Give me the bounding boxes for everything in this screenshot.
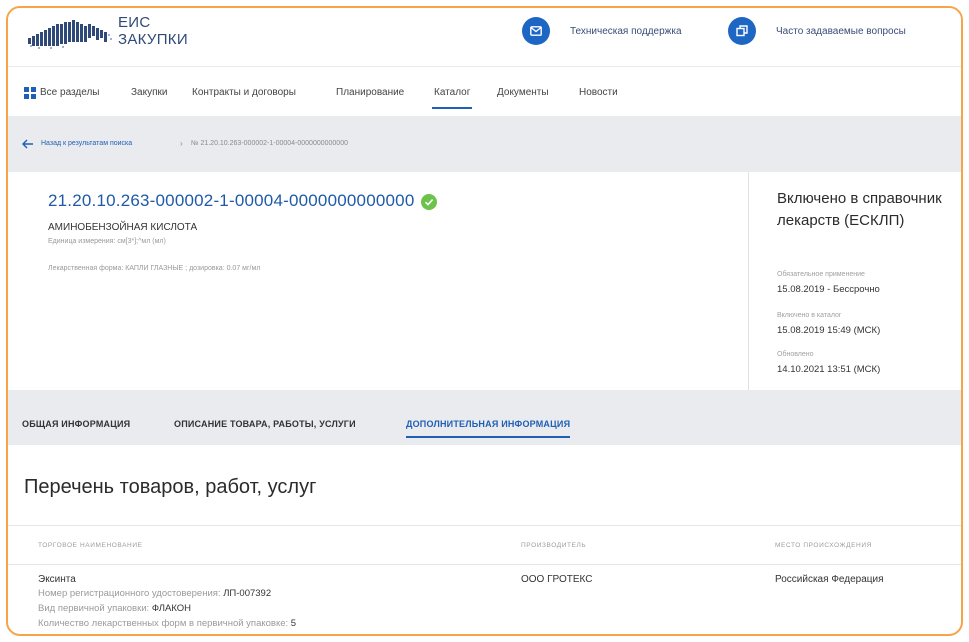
nav-item-catalog[interactable]: Каталог — [431, 87, 473, 109]
page-frame: ЕИС ЗАКУПКИ Техническая поддержка Часто … — [6, 6, 963, 636]
item-card: 21.20.10.263-000002-1-00004-000000000000… — [8, 172, 961, 390]
section-title: Перечень товаров, работ, услуг — [24, 476, 317, 498]
mandatory-label: Обязательное применение — [777, 271, 865, 278]
status-title: Включено в справочник лекарств (ЕСКЛП) — [777, 190, 942, 229]
registration-label: Номер регистрационного удостоверения: — [38, 588, 221, 599]
mandatory-value: 15.08.2019 - Бессрочно — [777, 284, 880, 295]
faq-button[interactable]: Часто задаваемые вопросы — [728, 17, 906, 45]
forms-quantity: Количество лекарственных форм в первично… — [38, 618, 296, 629]
back-to-results-link[interactable]: Назад к результатам поиска — [41, 140, 132, 147]
manufacturer-cell: ООО ГРОТЕКС — [521, 574, 593, 585]
quantity-value: 5 — [290, 618, 297, 629]
updated-value: 14.10.2021 13:51 (МСК) — [777, 364, 881, 375]
grid-icon[interactable] — [24, 87, 36, 99]
tab-description[interactable]: ОПИСАНИЕ ТОВАРА, РАБОТЫ, УСЛУГИ — [174, 419, 356, 429]
copy-window-icon — [728, 17, 756, 45]
logo-line-eis: ЕИС — [118, 14, 151, 31]
support-label: Техническая поддержка — [570, 25, 682, 37]
logo-line-zakupki: ЗАКУПКИ — [118, 31, 188, 48]
support-button[interactable]: Техническая поддержка — [522, 17, 682, 45]
faq-label: Часто задаваемые вопросы — [776, 25, 906, 37]
item-unit: Единица измерения: см[3*];^мл (мл) — [48, 238, 166, 245]
column-header-manufacturer: ПРОИЗВОДИТЕЛЬ — [521, 542, 587, 549]
breadcrumb: Назад к результатам поиска › № 21.20.10.… — [8, 116, 961, 172]
registration-number: Номер регистрационного удостоверения: ЛП… — [38, 588, 271, 599]
tab-additional-info[interactable]: ДОПОЛНИТЕЛЬНАЯ ИНФОРМАЦИЯ — [406, 419, 571, 438]
item-name: АМИНОБЕНЗОЙНАЯ КИСЛОТА — [48, 222, 198, 233]
status-panel: Включено в справочник лекарств (ЕСКЛП) О… — [748, 172, 961, 390]
quantity-label: Количество лекарственных форм в первично… — [38, 618, 289, 629]
tab-general-info[interactable]: ОБЩАЯ ИНФОРМАЦИЯ — [22, 419, 130, 429]
logo-text[interactable]: ЕИС ЗАКУПКИ — [118, 14, 188, 48]
column-header-origin: МЕСТО ПРОИСХОЖДЕНИЯ — [775, 542, 872, 549]
item-dosage-form: Лекарственная форма: КАПЛИ ГЛАЗНЫЕ ; доз… — [48, 265, 261, 272]
breadcrumb-separator: › — [180, 139, 183, 148]
back-arrow-icon[interactable] — [22, 139, 34, 149]
nav-item-contracts[interactable]: Контракты и договоры — [192, 87, 296, 98]
package-value: ФЛАКОН — [151, 603, 191, 614]
nav-item-planning[interactable]: Планирование — [336, 87, 404, 98]
registration-value: ЛП-007392 — [223, 588, 272, 599]
check-circle-icon — [421, 194, 437, 210]
nav-item-all-sections[interactable]: Все разделы — [40, 87, 99, 98]
package-type: Вид первичной упаковки: ФЛАКОН — [38, 603, 191, 614]
nav-item-purchases[interactable]: Закупки — [131, 87, 167, 98]
included-value: 15.08.2019 15:49 (МСК) — [777, 325, 881, 336]
item-code-title: 21.20.10.263-000002-1-00004-000000000000… — [48, 191, 415, 210]
breadcrumb-current: № 21.20.10.263-000002-1-00004-0000000000… — [191, 140, 348, 147]
origin-cell: Российская Федерация — [775, 574, 884, 585]
table-divider — [8, 525, 961, 526]
site-header: ЕИС ЗАКУПКИ Техническая поддержка Часто … — [8, 8, 961, 66]
mail-icon — [522, 17, 550, 45]
tab-bar: ОБЩАЯ ИНФОРМАЦИЯ ОПИСАНИЕ ТОВАРА, РАБОТЫ… — [8, 390, 961, 445]
nav-item-documents[interactable]: Документы — [497, 87, 549, 98]
nav-item-news[interactable]: Новости — [579, 87, 618, 98]
main-nav: Все разделы Закупки Контракты и договоры… — [8, 66, 961, 116]
included-label: Включено в каталог — [777, 312, 842, 319]
trade-name-cell: Эксинта — [38, 574, 76, 585]
updated-label: Обновлено — [777, 351, 814, 358]
russia-map-logo-icon[interactable] — [26, 18, 114, 54]
table-divider — [8, 564, 961, 565]
column-header-trade-name: ТОРГОВОЕ НАИМЕНОВАНИЕ — [38, 542, 143, 549]
package-label: Вид первичной упаковки: — [38, 603, 150, 614]
